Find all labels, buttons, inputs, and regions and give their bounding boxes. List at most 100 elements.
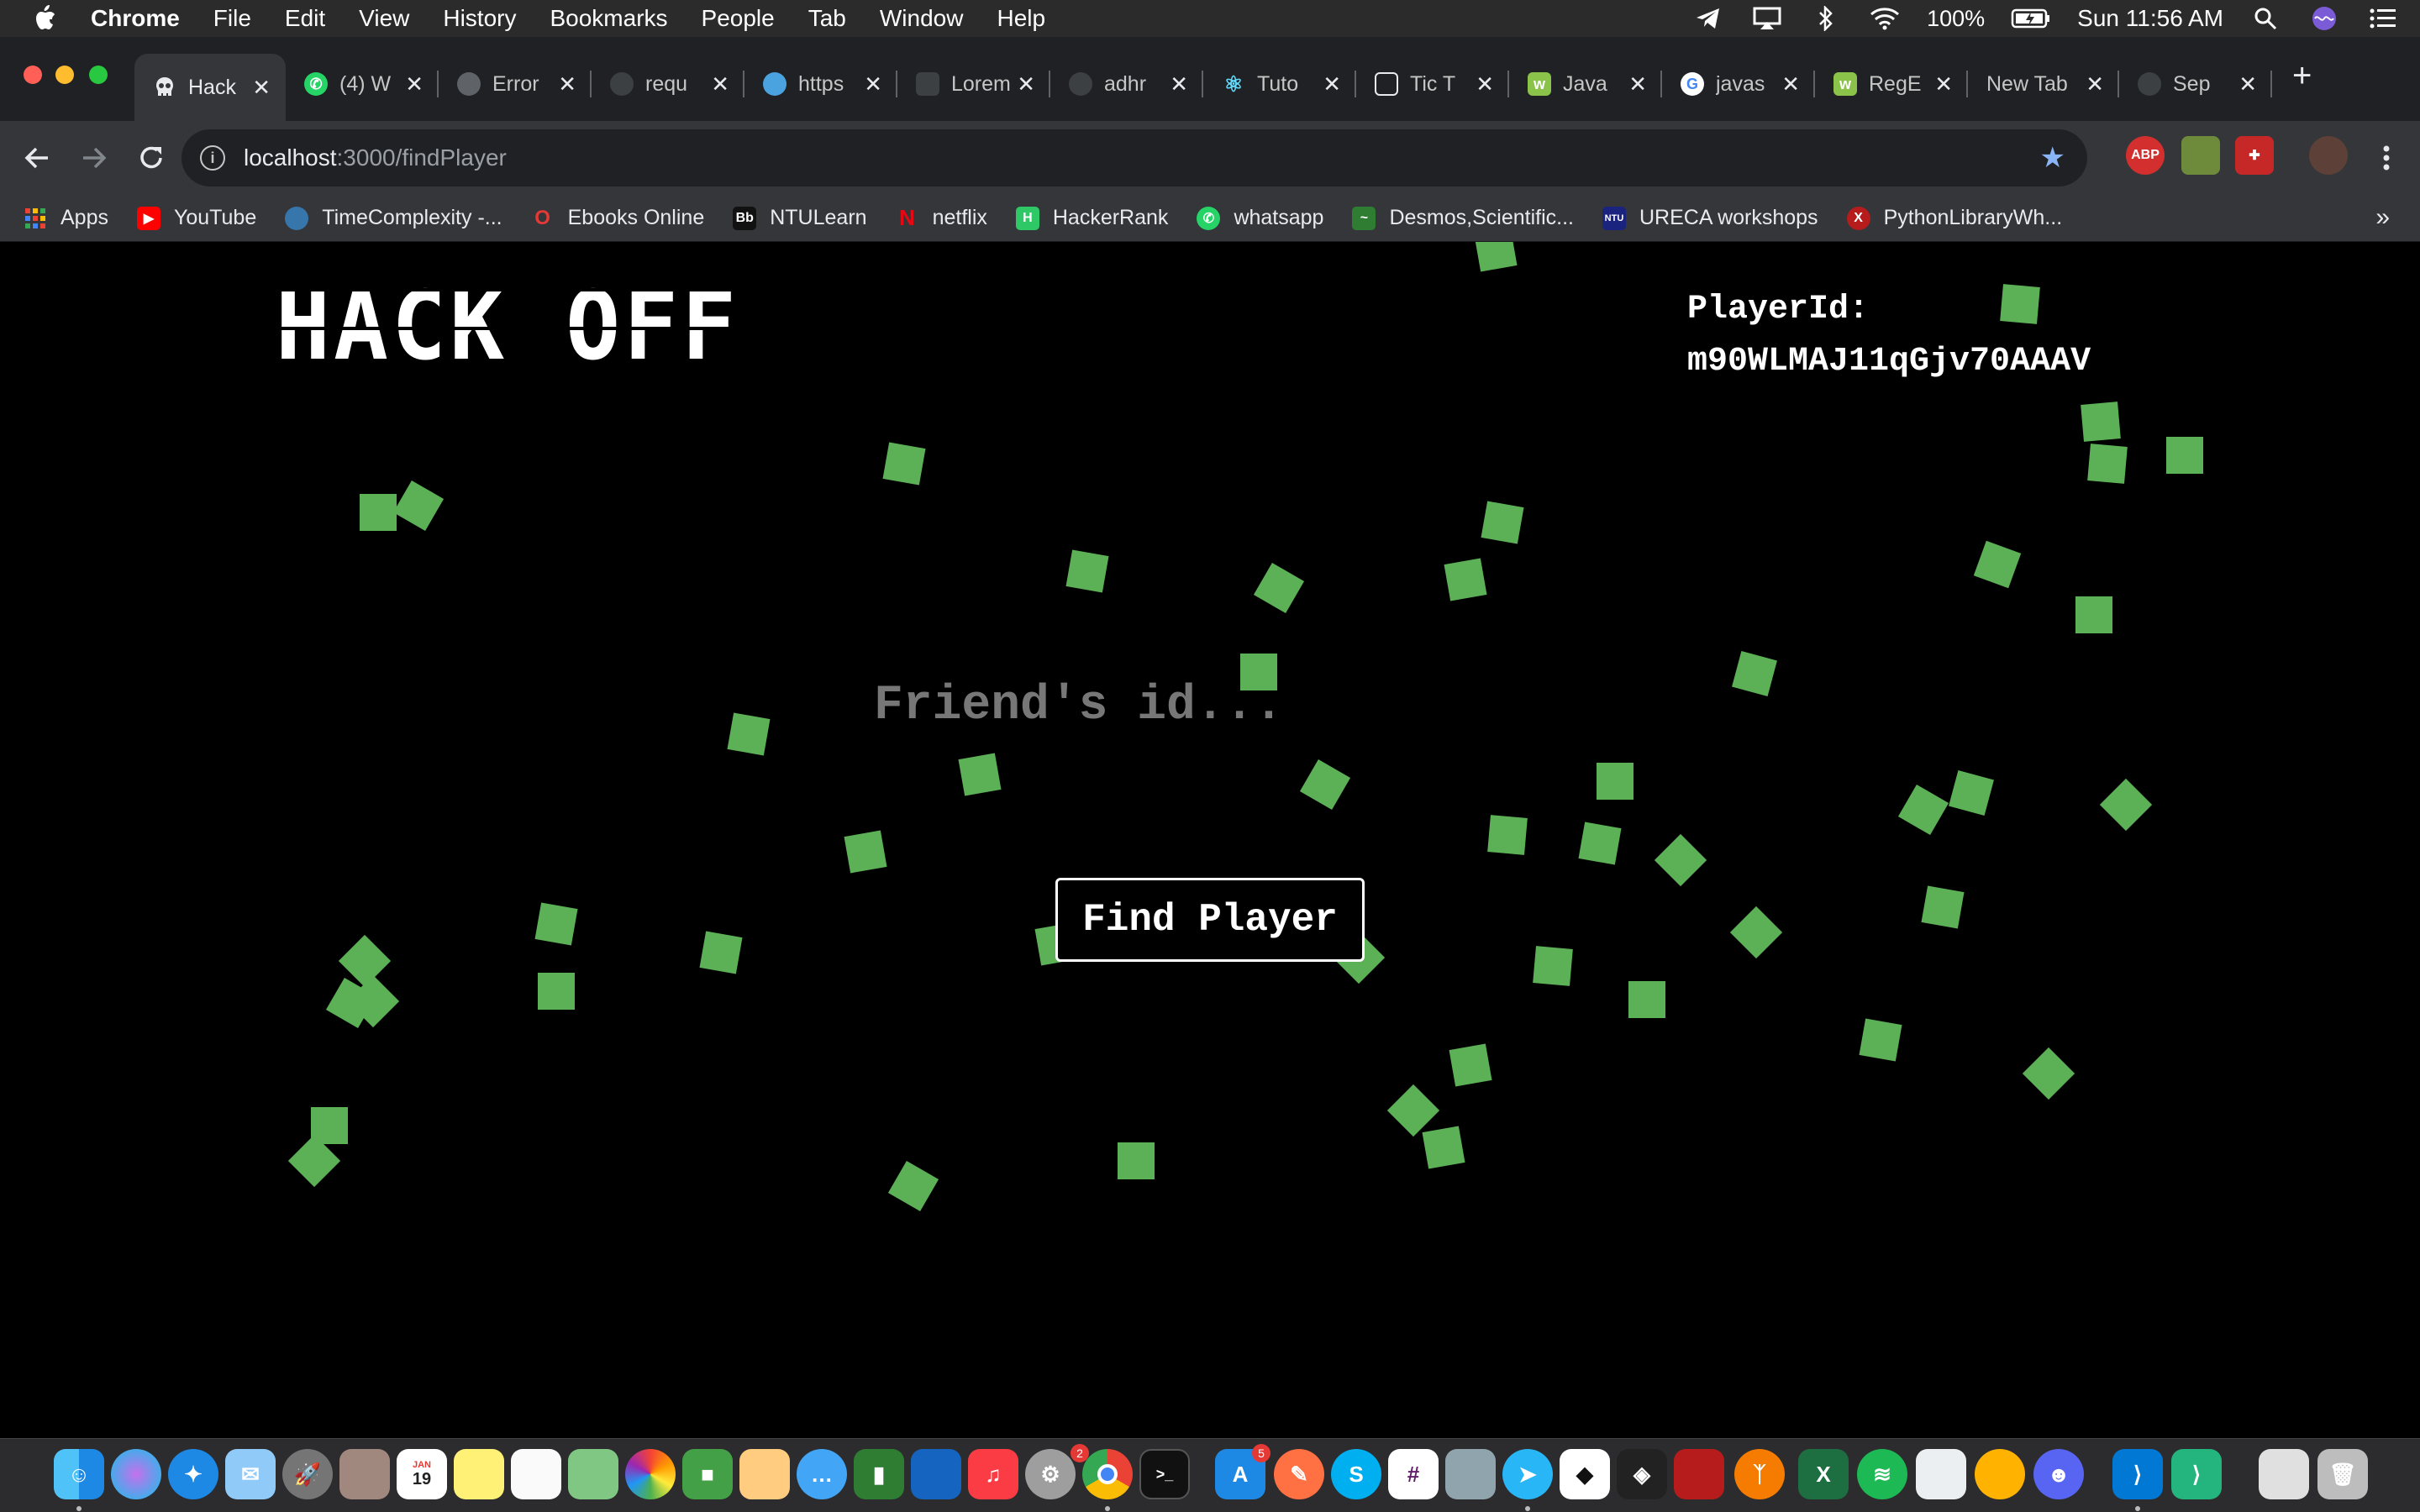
tab-close-icon[interactable]: ✕ xyxy=(2086,71,2104,97)
photos-icon[interactable] xyxy=(625,1449,676,1499)
bookmark-netflix[interactable]: N netflix xyxy=(896,205,987,230)
minimize-window-button[interactable] xyxy=(55,66,74,84)
menu-window[interactable]: Window xyxy=(880,5,964,32)
apple-logo-icon[interactable] xyxy=(32,4,66,33)
textedit-icon[interactable] xyxy=(1916,1449,1966,1499)
bookmark-ureca-workshops[interactable]: NTU URECA workshops xyxy=(1602,206,1818,230)
tab-hack-off[interactable]: Hack ✕ xyxy=(134,54,286,121)
safari-icon[interactable]: ✦ xyxy=(168,1449,218,1499)
new-tab-plus-icon[interactable]: + xyxy=(2292,57,2312,95)
mail-icon[interactable]: ✉ xyxy=(225,1449,276,1499)
address-bar[interactable]: i localhost:3000/findPlayer ★ xyxy=(182,129,2087,186)
blender-icon[interactable]: ᛉ xyxy=(1734,1449,1785,1499)
battery-icon[interactable] xyxy=(2010,2,2052,35)
tab-sep[interactable]: Sep ✕ xyxy=(2119,54,2272,114)
menu-bookmarks[interactable]: Bookmarks xyxy=(550,5,667,32)
forward-arrow-icon[interactable] xyxy=(69,133,119,183)
tab-close-icon[interactable]: ✕ xyxy=(1934,71,1953,97)
tab-close-icon[interactable]: ✕ xyxy=(1628,71,1647,97)
vscode-insiders-icon[interactable]: ⟩ xyxy=(2171,1449,2222,1499)
image-capture-icon[interactable] xyxy=(1445,1449,1496,1499)
wifi-icon[interactable] xyxy=(1868,2,1902,35)
tab-close-icon[interactable]: ✕ xyxy=(558,71,576,97)
tab-close-icon[interactable]: ✕ xyxy=(1170,71,1188,97)
bookmark-hackerrank[interactable]: H HackerRank xyxy=(1015,206,1168,230)
menu-file[interactable]: File xyxy=(213,5,251,32)
bookmark-ntulearn[interactable]: Bb NTULearn xyxy=(733,206,867,230)
unity-icon[interactable]: ◈ xyxy=(1617,1449,1667,1499)
tab-adhr[interactable]: adhr ✕ xyxy=(1050,54,1203,114)
bookmark-desmos[interactable]: ~ Desmos,Scientific... xyxy=(1352,206,1574,230)
menu-view[interactable]: View xyxy=(359,5,409,32)
friend-id-input[interactable] xyxy=(874,672,1378,739)
menu-help[interactable]: Help xyxy=(997,5,1045,32)
reload-icon[interactable] xyxy=(126,133,176,183)
menu-app-name[interactable]: Chrome xyxy=(91,5,180,32)
notification-center-icon[interactable] xyxy=(2366,2,2400,35)
reminders-icon[interactable] xyxy=(511,1449,561,1499)
menu-history[interactable]: History xyxy=(443,5,516,32)
notes-icon[interactable] xyxy=(454,1449,504,1499)
system-preferences-icon[interactable]: ⚙ xyxy=(1025,1449,1076,1499)
tab-tic-tac[interactable]: Tic T ✕ xyxy=(1356,54,1509,114)
photo-booth-icon[interactable] xyxy=(1674,1449,1724,1499)
siri-icon[interactable] xyxy=(2307,2,2341,35)
close-window-button[interactable] xyxy=(24,66,42,84)
red-extension-icon[interactable]: ✚ xyxy=(2235,136,2274,175)
calendar-icon[interactable]: JAN 19 xyxy=(397,1449,447,1499)
preview-icon[interactable] xyxy=(739,1449,790,1499)
documents-folder-icon[interactable] xyxy=(2259,1449,2309,1499)
siri-app-icon[interactable] xyxy=(111,1449,161,1499)
excel-icon[interactable]: X xyxy=(1798,1449,1849,1499)
bookmark-ebooks-online[interactable]: O Ebooks Online xyxy=(531,206,704,230)
tab-request[interactable]: requ ✕ xyxy=(592,54,744,114)
terminal-icon[interactable]: >_ xyxy=(1139,1449,1190,1499)
site-info-icon[interactable]: i xyxy=(200,145,225,171)
tab-new-tab[interactable]: New Tab ✕ xyxy=(1968,54,2119,114)
airplay-icon[interactable] xyxy=(1750,2,1784,35)
tab-https[interactable]: https ✕ xyxy=(744,54,897,114)
facetime-icon[interactable]: ■ xyxy=(682,1449,733,1499)
tab-whatsapp[interactable]: ✆ (4) W ✕ xyxy=(286,54,439,114)
chrome-icon[interactable] xyxy=(1082,1449,1133,1499)
adblock-plus-extension-icon[interactable]: ABP xyxy=(2126,136,2165,175)
telegram-icon[interactable] xyxy=(1691,2,1725,35)
swift-playgrounds-icon[interactable] xyxy=(1975,1449,2025,1499)
tab-close-icon[interactable]: ✕ xyxy=(864,71,882,97)
discord-icon[interactable]: ☻ xyxy=(2033,1449,2084,1499)
profile-avatar[interactable] xyxy=(2309,136,2348,175)
launchpad-icon[interactable]: 🚀 xyxy=(282,1449,333,1499)
tab-close-icon[interactable]: ✕ xyxy=(1323,71,1341,97)
keynote-icon[interactable] xyxy=(911,1449,961,1499)
tab-close-icon[interactable]: ✕ xyxy=(1781,71,1800,97)
numbers-icon[interactable]: ▮ xyxy=(854,1449,904,1499)
spotify-icon[interactable]: ≋ xyxy=(1857,1449,1907,1499)
tab-lorem[interactable]: Lorem ✕ xyxy=(897,54,1050,114)
bookmark-apps[interactable]: Apps xyxy=(24,206,108,230)
tab-close-icon[interactable]: ✕ xyxy=(1017,71,1035,97)
tab-close-icon[interactable]: ✕ xyxy=(252,75,271,101)
menu-people[interactable]: People xyxy=(702,5,775,32)
tab-tutorial[interactable]: ⚛ Tuto ✕ xyxy=(1203,54,1356,114)
maps-icon[interactable] xyxy=(568,1449,618,1499)
clock[interactable]: Sun 11:56 AM xyxy=(2077,5,2223,32)
tab-close-icon[interactable]: ✕ xyxy=(2238,71,2257,97)
tab-close-icon[interactable]: ✕ xyxy=(711,71,729,97)
maximize-window-button[interactable] xyxy=(89,66,108,84)
tab-regex[interactable]: w RegE ✕ xyxy=(1815,54,1968,114)
tab-close-icon[interactable]: ✕ xyxy=(405,71,424,97)
bookmark-whatsapp[interactable]: ✆ whatsapp xyxy=(1197,206,1323,230)
tab-google-javascript[interactable]: G javas ✕ xyxy=(1662,54,1815,114)
bookmark-youtube[interactable]: ▶ YouTube xyxy=(136,206,256,230)
notefile-icon[interactable] xyxy=(339,1449,390,1499)
telegram-app-icon[interactable]: ➤ xyxy=(1502,1449,1553,1499)
tab-error[interactable]: Error ✕ xyxy=(439,54,592,114)
sketch-pen-icon[interactable]: ✎ xyxy=(1274,1449,1324,1499)
bookmark-timecomplexity[interactable]: TimeComplexity -... xyxy=(285,206,502,230)
tab-java[interactable]: w Java ✕ xyxy=(1509,54,1662,114)
skype-icon[interactable]: S xyxy=(1331,1449,1381,1499)
bookmark-pythonlibrary[interactable]: X PythonLibraryWh... xyxy=(1846,206,2062,230)
trash-icon[interactable]: 🗑 xyxy=(2317,1449,2368,1499)
bookmark-star-icon[interactable]: ★ xyxy=(2040,141,2065,175)
find-player-button[interactable]: Find Player xyxy=(1055,878,1365,962)
